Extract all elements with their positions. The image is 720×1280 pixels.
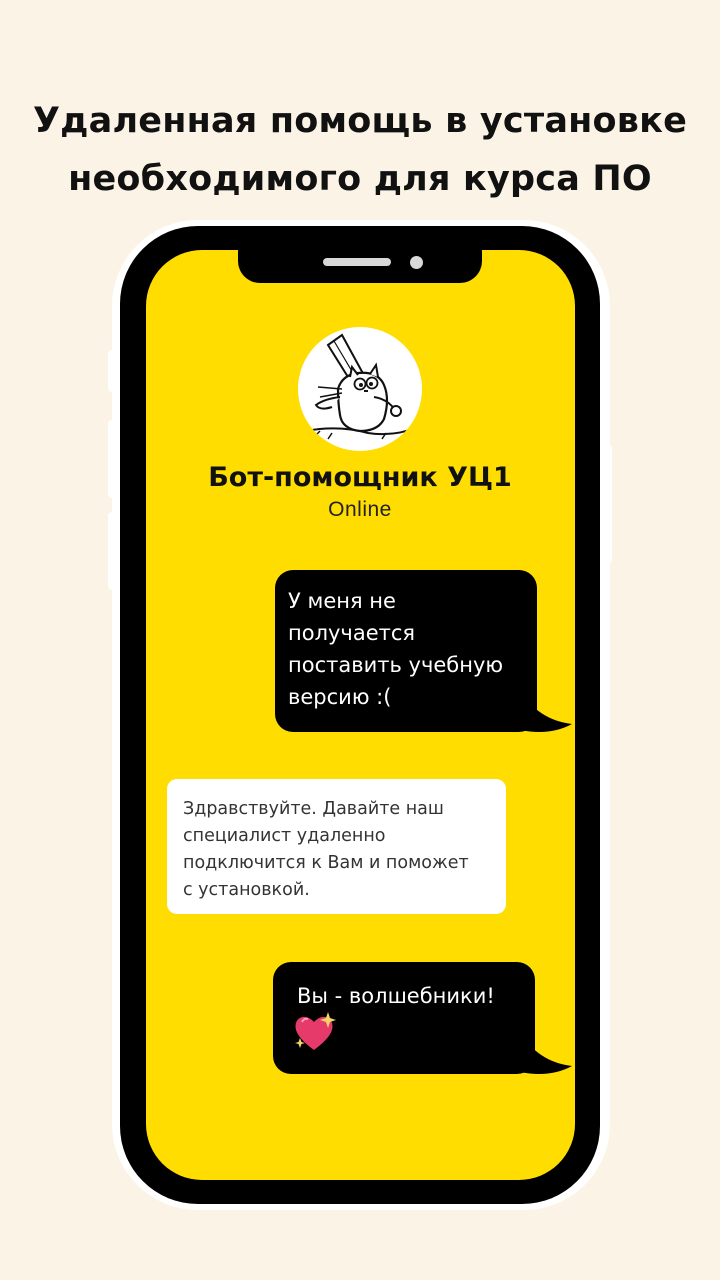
cat-illustration-icon [305, 333, 419, 440]
speaker-grille [323, 258, 391, 266]
phone-side-button-left-1 [108, 350, 116, 392]
user-message-bubble[interactable]: У меня не получается поставить учебную в… [275, 570, 537, 732]
message-tail-icon [520, 690, 572, 732]
headline-line-1: Удаленная помощь в установке [32, 101, 688, 141]
phone-side-button-left-2 [108, 420, 116, 498]
message-text: Вы - волшебники! [297, 984, 495, 1008]
chat-title: Бот-помощник УЦ1 [208, 462, 512, 493]
online-status: Online [328, 498, 392, 521]
phone-side-button-left-3 [108, 512, 116, 590]
message-text: У меня не получается поставить учебную в… [288, 589, 504, 709]
page-headline: Удаленная помощь в установке необходимог… [0, 92, 720, 208]
phone-side-button-right [604, 445, 612, 563]
headline-line-2: необходимого для курса ПО [68, 159, 652, 199]
sparkling-heart-icon [295, 1012, 336, 1050]
bot-message-bubble[interactable]: Здравствуйте. Давайте наш специалист уда… [167, 779, 506, 914]
bot-avatar[interactable] [298, 327, 422, 451]
front-camera [410, 256, 423, 269]
message-tail-icon [520, 1032, 572, 1074]
message-text: Здравствуйте. Давайте наш специалист уда… [183, 799, 469, 900]
